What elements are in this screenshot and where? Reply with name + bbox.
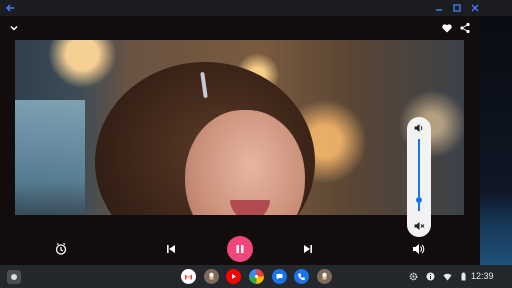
heart-icon[interactable] — [441, 22, 453, 34]
shelf-app-cooking[interactable] — [317, 269, 332, 284]
video-subject-smile — [230, 200, 270, 215]
desktop-wallpaper-strip — [480, 16, 512, 265]
battery-icon[interactable] — [459, 272, 468, 281]
volume-up-icon — [414, 124, 423, 132]
media-player — [0, 16, 480, 265]
shelf-app-photos[interactable] — [249, 269, 264, 284]
timer-icon[interactable] — [54, 242, 68, 256]
minimize-icon[interactable] — [433, 2, 445, 14]
info-icon[interactable] — [426, 272, 435, 281]
settings-icon[interactable] — [409, 272, 418, 281]
shelf-app-youtube[interactable] — [226, 269, 241, 284]
photos-icon — [255, 275, 258, 278]
launcher-icon — [11, 274, 17, 280]
chef-icon — [209, 272, 214, 280]
wifi-icon[interactable] — [443, 272, 452, 281]
shelf-app-messages[interactable] — [272, 269, 287, 284]
messages-icon — [276, 274, 283, 280]
shelf-app-gmail[interactable] — [181, 269, 196, 284]
share-icon[interactable] — [459, 22, 471, 34]
phone-icon — [298, 273, 305, 281]
close-icon[interactable] — [469, 2, 481, 14]
skip-next-icon[interactable] — [301, 242, 315, 256]
gmail-icon — [185, 274, 192, 280]
volume-slider-thumb[interactable] — [416, 197, 422, 204]
video-frame[interactable] — [15, 40, 464, 215]
youtube-icon — [232, 274, 236, 279]
volume-icon[interactable] — [411, 242, 425, 256]
shelf: 12:39 — [0, 265, 512, 288]
volume-mute-icon[interactable] — [413, 220, 425, 232]
skip-previous-icon[interactable] — [164, 242, 178, 256]
pause-icon — [236, 245, 244, 253]
shelf-app-cooking[interactable] — [204, 269, 219, 284]
back-arrow-icon[interactable] — [4, 2, 16, 14]
window-titlebar — [0, 0, 512, 16]
maximize-icon[interactable] — [451, 2, 463, 14]
launcher-button[interactable] — [7, 270, 21, 284]
clock[interactable]: 12:39 — [471, 271, 494, 281]
play-pause-button[interactable] — [227, 236, 253, 262]
chef-icon — [322, 272, 327, 280]
shelf-app-phone[interactable] — [294, 269, 309, 284]
volume-slider-popup[interactable] — [407, 117, 431, 237]
video-background-window — [15, 100, 85, 215]
chevron-down-icon[interactable] — [8, 22, 20, 34]
